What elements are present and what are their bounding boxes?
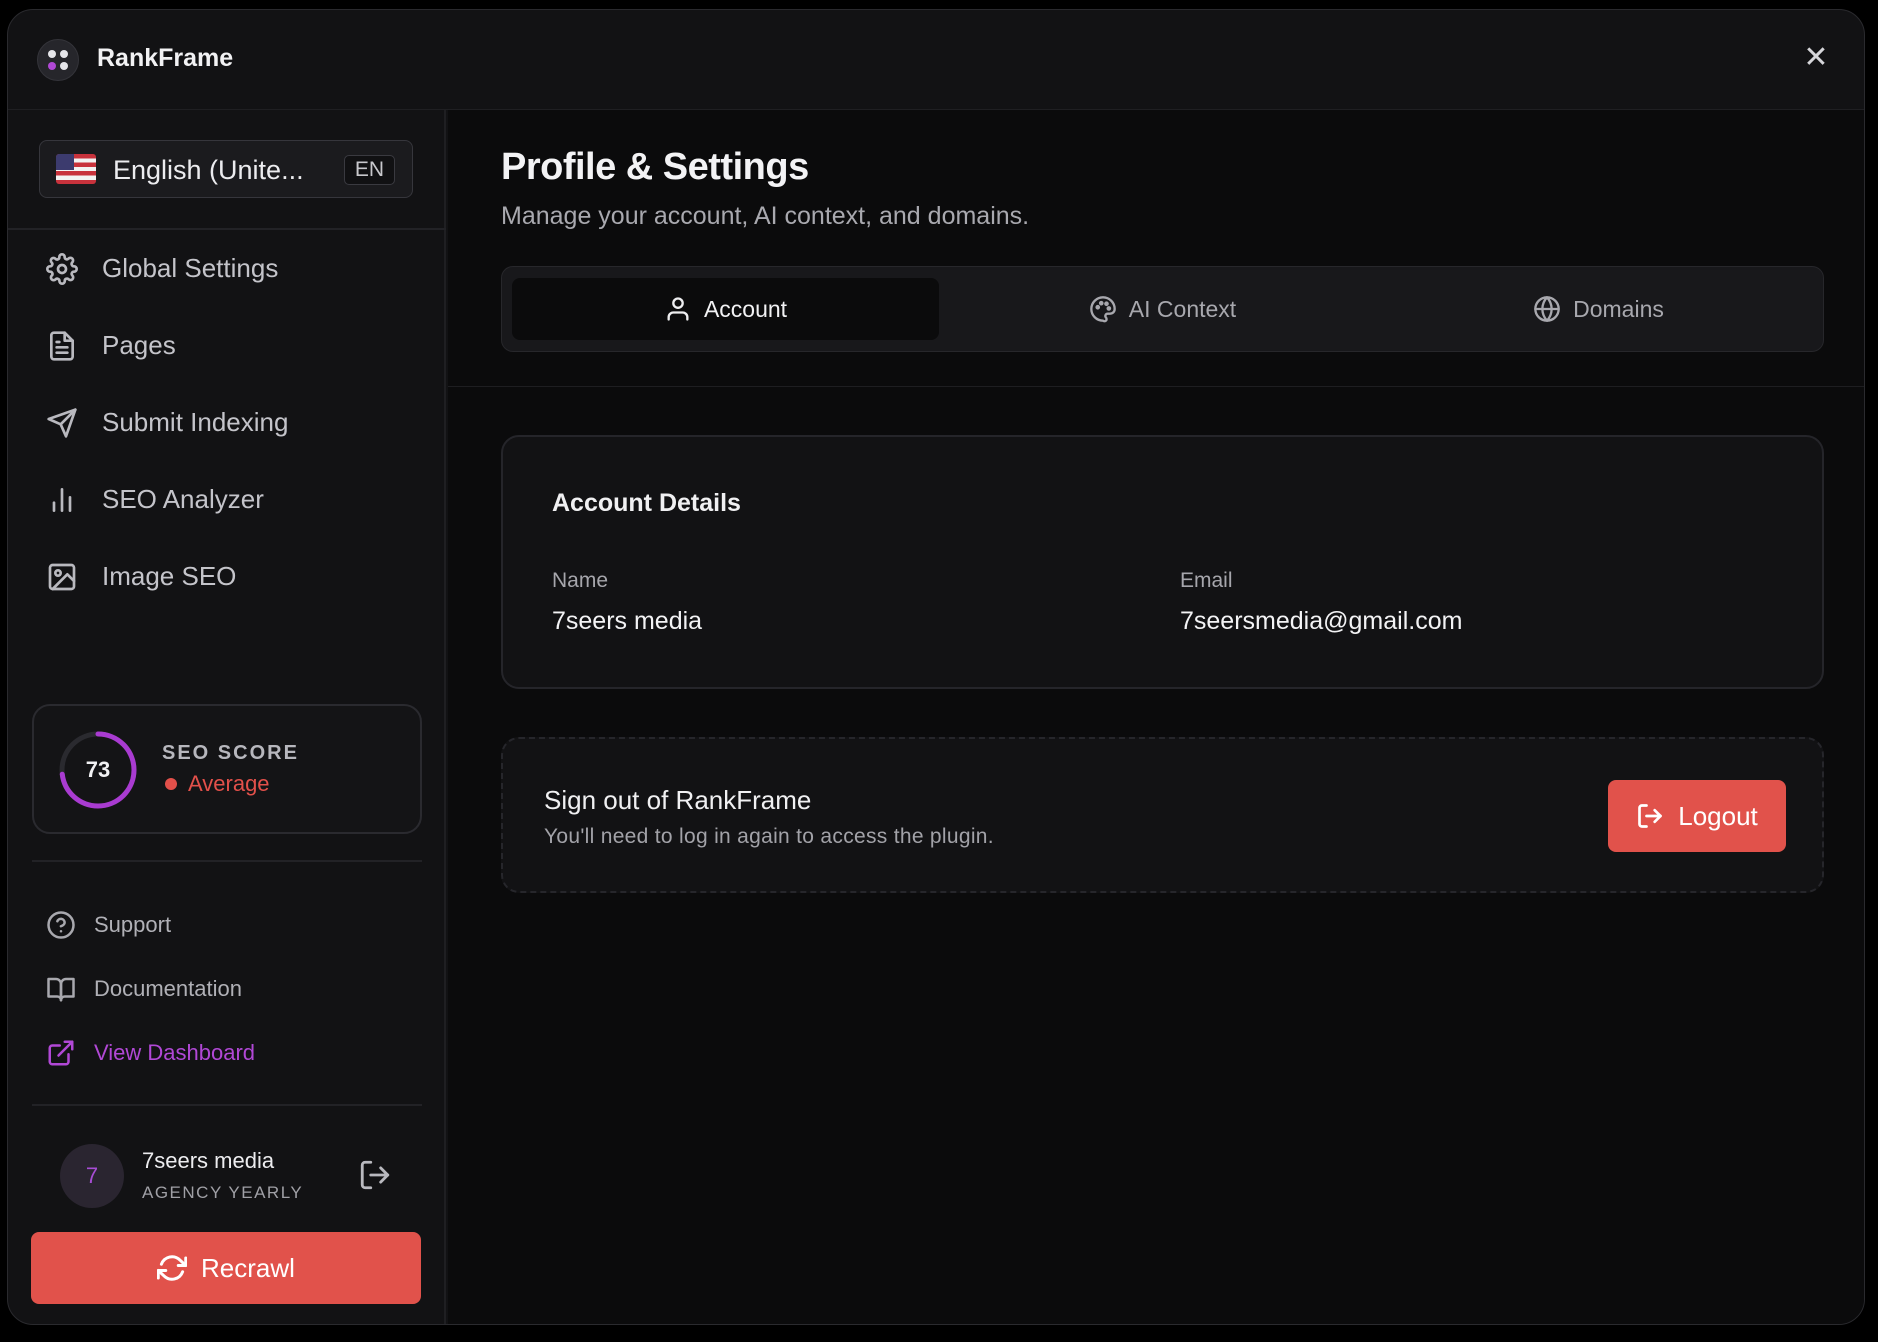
avatar: 7 (60, 1144, 124, 1208)
send-icon (47, 407, 77, 438)
logout-label: Logout (1678, 800, 1758, 831)
documentation-label: Documentation (94, 976, 242, 1001)
content-divider (448, 386, 1864, 387)
external-link-icon (48, 1040, 74, 1066)
email-label: Email (1180, 569, 1233, 592)
name-value: 7seers media (552, 607, 703, 635)
seo-score-card: 73 SEO SCORE Average (32, 704, 422, 834)
tab-label: Account (703, 295, 788, 322)
user-name: 7seers media (142, 1148, 275, 1173)
book-open-icon (47, 977, 75, 1002)
sidebar-item-label: Global Settings (102, 253, 279, 283)
sidebar-item-label: Image SEO (102, 561, 237, 591)
sidebar-divider (32, 860, 422, 862)
account-details-title: Account Details (552, 489, 741, 517)
help-circle-icon (47, 911, 75, 939)
sidebar-item-label: Pages (102, 330, 176, 360)
sidebar-item-global-settings[interactable]: Global Settings (8, 230, 446, 307)
document-icon (50, 330, 74, 361)
main-content: Profile & Settings Manage your account, … (448, 110, 1864, 1324)
sidebar-logout-icon[interactable] (358, 1158, 392, 1192)
tab-label: AI Context (1128, 295, 1237, 322)
language-label: English (Unite... (113, 155, 304, 185)
support-link[interactable]: Support (46, 910, 171, 940)
gear-icon (46, 252, 78, 285)
sign-out-card: Sign out of RankFrame You'll need to log… (501, 737, 1824, 893)
palette-icon (1090, 296, 1116, 323)
recrawl-button[interactable]: Recrawl (31, 1232, 421, 1304)
sidebar-nav: Global Settings Pages Submit Indexing SE… (8, 230, 446, 615)
sidebar: English (Unite... EN Global Settings Pag… (8, 110, 446, 1324)
sign-out-subtitle: You'll need to log in again to access th… (544, 825, 994, 848)
seo-score-status: Average (188, 771, 270, 796)
support-label: Support (94, 912, 172, 937)
sidebar-item-label: Submit Indexing (102, 407, 289, 437)
sidebar-divider (32, 1104, 422, 1106)
tab-account[interactable]: Account (512, 278, 939, 340)
email-value: 7seersmedia@gmail.com (1180, 607, 1463, 635)
us-flag-icon (56, 154, 96, 184)
rankframe-logo-icon (37, 39, 79, 81)
sidebar-item-submit-indexing[interactable]: Submit Indexing (8, 384, 446, 461)
logout-icon (1638, 804, 1663, 828)
app-brand: RankFrame (97, 44, 234, 72)
view-dashboard-label: View Dashboard (94, 1040, 256, 1065)
top-bar: RankFrame ✕ (8, 10, 1864, 110)
seo-score-title: SEO SCORE (162, 742, 299, 764)
language-selector[interactable]: English (Unite... EN (39, 140, 413, 198)
page-subtitle: Manage your account, AI context, and dom… (501, 202, 1030, 230)
settings-tabs: Account AI Context Domains (501, 266, 1824, 352)
sidebar-item-seo-analyzer[interactable]: SEO Analyzer (8, 461, 446, 538)
user-icon (667, 297, 689, 321)
settings-window: RankFrame ✕ English (Unite... EN Global … (7, 9, 1865, 1325)
name-label: Name (552, 569, 609, 592)
language-code-badge: EN (343, 155, 395, 185)
documentation-link[interactable]: Documentation (46, 974, 242, 1004)
tab-domains[interactable]: Domains (1385, 278, 1812, 340)
user-plan: AGENCY YEARLY (142, 1183, 304, 1202)
image-icon (48, 563, 76, 590)
sidebar-item-label: SEO Analyzer (102, 484, 264, 514)
view-dashboard-link[interactable]: View Dashboard (46, 1038, 255, 1068)
close-icon[interactable]: ✕ (1798, 40, 1834, 76)
sidebar-item-image-seo[interactable]: Image SEO (8, 538, 446, 615)
seo-score-value: 73 (85, 757, 111, 782)
tab-ai-context[interactable]: AI Context (949, 278, 1376, 340)
sign-out-title: Sign out of RankFrame (544, 785, 812, 815)
account-details-card: Account Details Name 7seers media Email … (501, 435, 1824, 689)
status-dot-icon (165, 778, 177, 790)
logout-button[interactable]: Logout (1608, 780, 1786, 852)
refresh-icon (157, 1255, 188, 1281)
sidebar-item-pages[interactable]: Pages (8, 307, 446, 384)
page-title: Profile & Settings (501, 146, 809, 188)
recrawl-label: Recrawl (201, 1252, 295, 1283)
bar-chart-icon (52, 487, 72, 512)
globe-icon (1534, 296, 1560, 322)
tab-label: Domains (1573, 295, 1664, 322)
